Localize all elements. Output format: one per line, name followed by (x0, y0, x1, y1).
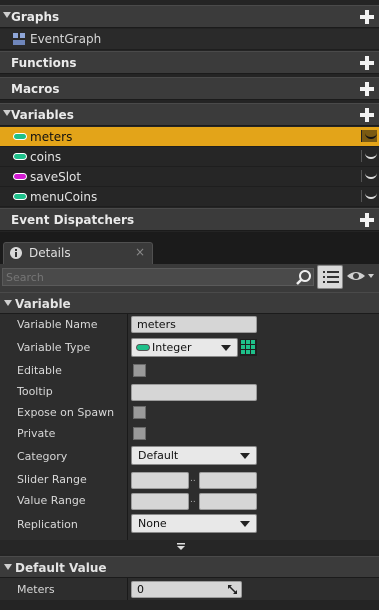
event-dispatchers-title: Event Dispatchers (11, 213, 135, 227)
graph-icon (13, 33, 25, 45)
add-macro-plus-icon[interactable] (359, 81, 375, 97)
functions-title: Functions (11, 56, 77, 70)
add-dispatcher-plus-icon[interactable] (359, 212, 375, 228)
variable-item-coins[interactable]: coins (0, 147, 379, 167)
search-icon[interactable] (296, 269, 312, 285)
tab-details[interactable]: Details × (3, 242, 153, 264)
graphs-header[interactable]: Graphs (0, 5, 379, 28)
visibility-eye-icon[interactable] (361, 170, 377, 182)
variable-label: saveSlot (30, 170, 82, 184)
advanced-toggle[interactable] (0, 540, 379, 554)
collapse-arrow-icon[interactable] (3, 12, 11, 18)
category-value: Default (138, 449, 179, 462)
tooltip-field[interactable] (131, 384, 257, 401)
list-view-icon (323, 271, 339, 283)
range-separator: .. (190, 495, 196, 505)
chevron-down-icon (240, 453, 250, 459)
default-value-section-title: Default Value (15, 561, 107, 575)
macros-header[interactable]: Macros (0, 77, 379, 100)
category-label: Category (17, 450, 68, 463)
visibility-eye-icon[interactable] (361, 150, 377, 162)
visibility-eye-icon[interactable] (361, 190, 377, 202)
slider-range-label: Slider Range (17, 473, 87, 486)
integer-type-icon (13, 133, 27, 140)
variable-item-meters[interactable]: meters (0, 127, 379, 147)
info-icon (10, 247, 22, 259)
graphs-title: Graphs (11, 10, 60, 24)
value-range-max[interactable] (199, 493, 257, 510)
value-range-label: Value Range (17, 494, 86, 507)
slider-range-max[interactable] (199, 472, 257, 489)
variable-type-value: Integer (152, 341, 192, 354)
chevron-down-icon (240, 521, 250, 527)
functions-header[interactable]: Functions (0, 51, 379, 74)
event-dispatchers-header[interactable]: Event Dispatchers (0, 208, 379, 231)
integer-type-icon (13, 153, 27, 160)
category-dropdown[interactable]: Default (131, 446, 257, 465)
string-type-icon (13, 173, 27, 180)
range-separator: .. (190, 474, 196, 484)
add-variable-plus-icon[interactable] (359, 107, 375, 123)
view-options-button[interactable] (317, 265, 343, 289)
variable-name-label: Variable Name (17, 318, 98, 331)
variable-item-menucoins[interactable]: menuCoins (0, 187, 379, 207)
column-divider (127, 578, 128, 600)
variable-name-field[interactable]: meters (131, 316, 257, 333)
integer-type-icon (136, 344, 150, 351)
editable-label: Editable (17, 364, 62, 377)
tooltip-label: Tooltip (17, 385, 53, 398)
variable-label: coins (30, 150, 62, 164)
meters-default-field[interactable]: 0 (131, 581, 242, 598)
private-checkbox[interactable] (133, 427, 146, 440)
variables-title: Variables (11, 108, 74, 122)
add-graph-plus-icon[interactable] (359, 9, 375, 25)
event-graph-item[interactable]: EventGraph (0, 29, 379, 50)
details-tab-label: Details (29, 246, 71, 260)
container-type-grid-icon[interactable] (240, 339, 257, 356)
variables-header[interactable]: Variables (0, 103, 379, 126)
add-function-plus-icon[interactable] (359, 55, 375, 71)
macros-title: Macros (11, 82, 60, 96)
variable-label: menuCoins (30, 190, 98, 204)
variable-section-header[interactable]: Variable (0, 292, 379, 314)
event-graph-label: EventGraph (30, 32, 102, 46)
slider-range-min[interactable] (131, 472, 189, 489)
variable-item-saveslot[interactable]: saveSlot (0, 167, 379, 187)
variable-label: meters (30, 130, 73, 144)
column-divider (127, 314, 128, 540)
expand-advanced-icon (177, 543, 185, 550)
replication-dropdown[interactable]: None (131, 514, 257, 533)
expose-on-spawn-checkbox[interactable] (133, 406, 146, 419)
chevron-down-icon (221, 345, 231, 351)
replication-label: Replication (17, 518, 78, 531)
my-blueprint-panel: Graphs EventGraph Functions Macros Varia… (0, 0, 379, 610)
close-icon[interactable]: × (135, 245, 145, 259)
replication-value: None (138, 517, 167, 530)
value-range-min[interactable] (131, 493, 189, 510)
search-input[interactable] (2, 268, 314, 286)
meters-default-value: 0 (137, 583, 144, 596)
visibility-eye-icon[interactable] (361, 130, 377, 142)
panel-footer (0, 600, 379, 610)
variable-type-dropdown[interactable]: Integer (131, 338, 238, 357)
spin-resize-icon[interactable] (228, 585, 237, 594)
variable-section-title: Variable (15, 297, 71, 311)
meters-default-label: Meters (17, 583, 55, 596)
collapse-arrow-icon[interactable] (4, 564, 12, 570)
variable-type-label: Variable Type (17, 341, 91, 354)
private-label: Private (17, 427, 56, 440)
collapse-arrow-icon[interactable] (4, 300, 12, 306)
default-value-section-header[interactable]: Default Value (0, 556, 379, 578)
collapse-arrow-icon[interactable] (3, 110, 11, 116)
eye-dropdown-icon[interactable] (346, 268, 376, 284)
editable-checkbox[interactable] (133, 364, 146, 377)
integer-type-icon (13, 193, 27, 200)
expose-on-spawn-label: Expose on Spawn (17, 406, 115, 419)
